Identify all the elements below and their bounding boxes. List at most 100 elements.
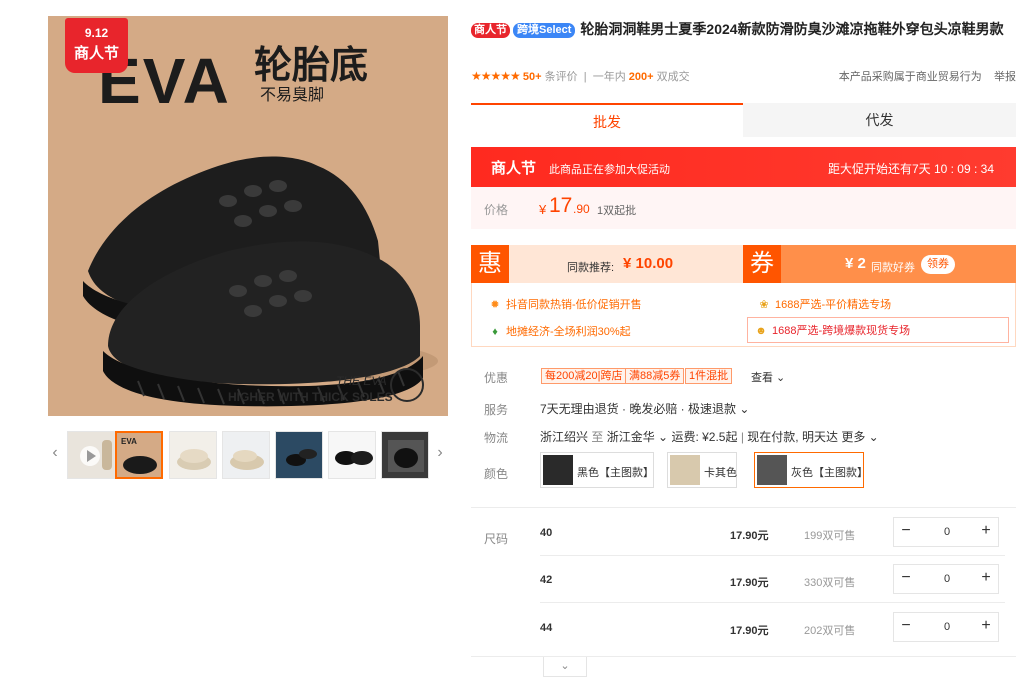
thumbnail-3[interactable] xyxy=(222,431,270,479)
image-footer-2: HIGHER WITH THICK SOLES xyxy=(228,390,393,404)
promo-date: 9.12 xyxy=(84,26,109,40)
product-title-text: 轮胎洞洞鞋男士夏季2024新款防滑防臭沙滩凉拖鞋外穿包头凉鞋男款 xyxy=(580,21,1004,37)
color-option-black[interactable]: 黑色【主图款】 xyxy=(540,452,654,488)
size-available: 202双可售 xyxy=(804,625,856,637)
promo-name: 商人节 xyxy=(73,45,119,62)
thumbnail-video[interactable] xyxy=(67,431,115,479)
price-moq: 1双起批 xyxy=(597,205,637,217)
image-subline: 不易臭脚 xyxy=(260,87,325,104)
color-option-label: 卡其色 xyxy=(704,467,737,479)
tab-dropship[interactable]: 代发 xyxy=(743,103,1016,137)
plus-icon[interactable]: + xyxy=(974,522,998,540)
image-footer-1: THE EVA xyxy=(336,374,387,388)
feature-2-text: 1688严选-平价精选专场 xyxy=(775,299,892,311)
feature-4-text: 1688严选-跨境爆款现货专场 xyxy=(772,325,911,337)
offers-label: 优惠 xyxy=(484,371,509,385)
size-row: 44 17.90元 202双可售 − 0 + xyxy=(540,612,1005,648)
svg-text:EVA: EVA xyxy=(121,437,137,446)
trade-notice-text: 本产品采购属于商业贸易行为 xyxy=(838,71,982,83)
quantity-stepper: − 0 + xyxy=(893,517,999,547)
quantity-input[interactable]: 0 xyxy=(932,526,962,538)
price-label: 价格 xyxy=(484,203,509,217)
color-option-khaki[interactable]: 卡其色 xyxy=(667,452,737,488)
thumbnail-1[interactable]: EVA xyxy=(115,431,163,479)
tab-wholesale[interactable]: 批发 xyxy=(471,103,743,137)
feature-4[interactable]: ☻ 1688严选-跨境爆款现货专场 xyxy=(747,317,1009,343)
ship-eta: 现在付款, 明天达 xyxy=(747,430,838,444)
thumbnail-4[interactable] xyxy=(275,431,323,479)
promo-banner-name: 商人节 xyxy=(491,160,537,177)
quan-text: 同款好券 xyxy=(871,262,915,274)
minus-icon[interactable]: − xyxy=(894,569,918,587)
feature-2[interactable]: ❀ 1688严选-平价精选专场 xyxy=(757,296,891,312)
color-option-gray[interactable]: 灰色【主图款】 xyxy=(754,452,868,488)
sun-icon: ✹ xyxy=(490,299,500,311)
service-label: 服务 xyxy=(484,403,509,417)
thumbnail-strip: ‹ EVA › xyxy=(48,430,448,480)
trade-notice: 本产品采购属于商业贸易行为 举报 xyxy=(839,68,1016,84)
feature-1[interactable]: ✹ 抖音同款热销-低价促销开售 xyxy=(488,296,642,312)
color-label: 颜色 xyxy=(484,467,509,481)
plus-icon[interactable]: + xyxy=(974,569,998,587)
minus-icon[interactable]: − xyxy=(894,522,918,540)
chevron-left-icon[interactable]: ‹ xyxy=(48,444,62,462)
chevron-right-icon[interactable]: › xyxy=(433,444,447,462)
ship-from: 浙江绍兴 xyxy=(540,430,589,444)
sales-label: 双成交 xyxy=(656,71,690,83)
main-product-image[interactable]: EVA 轮胎底 不易臭脚 9.12 商人节 THE EVA HIGHER WIT… xyxy=(48,16,448,416)
thumbnail-5[interactable] xyxy=(328,431,376,479)
feature-3[interactable]: ♦ 地摊经济-全场利润30%起 xyxy=(488,323,631,339)
color-option-label: 灰色【主图款】 xyxy=(791,467,868,479)
ship-more[interactable]: 更多 ⌄ xyxy=(841,430,878,444)
sales-count: 200+ xyxy=(628,71,654,83)
ship-to-word: 至 xyxy=(591,430,604,444)
claim-coupon-button[interactable]: 领券 xyxy=(921,255,955,274)
size-price: 17.90元 xyxy=(730,577,769,589)
price-currency: ¥ xyxy=(539,202,547,217)
ship-to-select[interactable]: 浙江金华 ⌄ xyxy=(607,430,668,444)
quantity-input[interactable]: 0 xyxy=(932,573,962,585)
view-offers-link[interactable]: 查看 ⌄ xyxy=(751,369,785,385)
ship-separator: | xyxy=(740,430,744,444)
size-price: 17.90元 xyxy=(730,625,769,637)
color-option-label: 黑色【主图款】 xyxy=(577,467,654,479)
divider xyxy=(540,555,1005,556)
select-badge: 跨境Select xyxy=(513,23,576,38)
shipping-info: 浙江绍兴 至 浙江金华 ⌄ 运费: ¥2.5起 | 现在付款, 明天达 更多 ⌄ xyxy=(540,428,879,445)
color-swatch xyxy=(670,455,700,485)
color-swatch xyxy=(543,455,573,485)
service-text[interactable]: 7天无理由退货 · 晚发必赔 · 极速退款 ⌄ xyxy=(540,400,749,417)
coupon-tag-2[interactable]: 满88减5券 xyxy=(625,368,685,384)
quantity-stepper: − 0 + xyxy=(893,612,999,642)
report-link[interactable]: 举报 xyxy=(994,71,1016,83)
similar-deal[interactable]: 惠 同款推荐: ¥ 10.00 xyxy=(471,245,743,283)
plus-icon[interactable]: + xyxy=(974,617,998,635)
ship-fee: 运费: ¥2.5起 xyxy=(671,430,738,444)
thumbnail-6[interactable] xyxy=(381,431,429,479)
purchase-tabs: 批发 代发 xyxy=(471,103,1016,137)
promo-countdown: 距大促开始还有7天 10 : 09 : 34 xyxy=(827,162,994,176)
coupon-tag-1[interactable]: 每200减20|跨店 xyxy=(541,368,627,384)
feature-3-text: 地摊经济-全场利润30%起 xyxy=(506,326,631,338)
feature-box: ✹ 抖音同款热销-低价促销开售 ❀ 1688严选-平价精选专场 ♦ 地摊经济-全场利润… xyxy=(471,283,1016,347)
flower-icon: ❀ xyxy=(759,299,769,311)
size-label: 尺码 xyxy=(484,532,509,546)
festival-badge: 商人节 xyxy=(471,23,510,38)
hui-value: ¥ 10.00 xyxy=(623,255,674,272)
star-rating-icon: ★★★★★ xyxy=(471,69,521,83)
thumbnail-2[interactable] xyxy=(169,431,217,479)
chevron-down-icon[interactable]: ⌄ xyxy=(543,657,587,677)
minus-icon[interactable]: − xyxy=(894,617,918,635)
leaf-icon: ♦ xyxy=(492,326,498,338)
size-value: 40 xyxy=(540,527,553,539)
price-row: 价格 ¥ 17 .90 1双起批 xyxy=(471,187,1016,229)
review-count[interactable]: 50+ xyxy=(523,71,542,83)
size-row: 42 17.90元 330双可售 − 0 + xyxy=(540,564,1005,600)
size-available: 199双可售 xyxy=(804,530,856,542)
sales-prefix: 一年内 xyxy=(592,71,626,83)
feature-1-text: 抖音同款热销-低价促销开售 xyxy=(506,299,642,311)
product-title: 商人节 跨境Select 轮胎洞洞鞋男士夏季2024新款防滑防臭沙滩凉拖鞋外穿包头凉… xyxy=(471,18,1016,40)
coupon-tag-3[interactable]: 1件混批 xyxy=(685,368,733,384)
size-row: 40 17.90元 199双可售 − 0 + xyxy=(540,517,1005,553)
quantity-input[interactable]: 0 xyxy=(932,621,962,633)
